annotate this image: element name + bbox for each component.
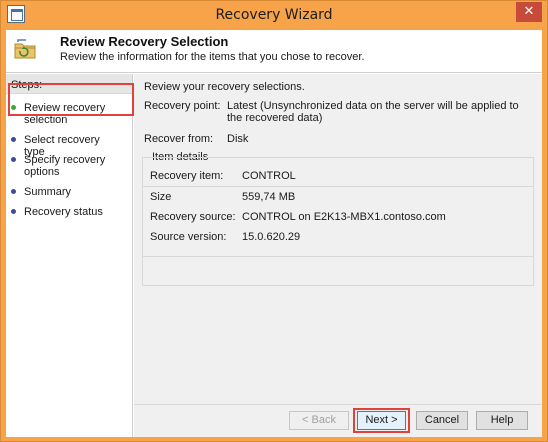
wizard-frame: Review Recovery Selection Review the inf… bbox=[6, 30, 542, 437]
current-step-highlight bbox=[8, 83, 134, 116]
source-version-label: Source version: bbox=[150, 231, 227, 243]
step-summary[interactable]: Summary bbox=[11, 186, 123, 198]
button-bar: < Back Next > Cancel Help bbox=[134, 404, 542, 437]
step-specify-recovery-options[interactable]: Specify recovery options bbox=[11, 154, 123, 178]
cancel-button[interactable]: Cancel bbox=[416, 411, 468, 430]
blue-dot-icon bbox=[11, 189, 16, 194]
help-button[interactable]: Help bbox=[476, 411, 528, 430]
blue-dot-icon bbox=[11, 137, 16, 142]
recovery-point-label: Recovery point: bbox=[144, 100, 221, 112]
size-label: Size bbox=[150, 191, 172, 203]
blue-dot-icon bbox=[11, 209, 16, 214]
item-details-box: Recovery item: CONTROL Size 559,74 MB Re… bbox=[142, 157, 534, 257]
window-title: Recovery Wizard bbox=[215, 7, 333, 23]
source-version-value: 15.0.620.29 bbox=[242, 231, 301, 243]
next-button-highlight bbox=[353, 408, 410, 433]
step-label: Recovery status bbox=[24, 206, 103, 218]
recovery-source-label: Recovery source: bbox=[150, 211, 236, 223]
step-label: Specify recovery options bbox=[24, 154, 106, 178]
blue-dot-icon bbox=[11, 157, 16, 162]
wizard-header: Review Recovery Selection Review the inf… bbox=[6, 30, 542, 73]
size-value: 559,74 MB bbox=[242, 191, 296, 203]
steps-panel: Steps: Review recovery selection Select … bbox=[6, 74, 133, 437]
recover-from-value: Disk bbox=[227, 133, 249, 145]
back-button[interactable]: < Back bbox=[289, 411, 349, 430]
step-label: Summary bbox=[24, 186, 72, 198]
intro-text: Review your recovery selections. bbox=[144, 81, 305, 93]
page-subtitle: Review the information for the items tha… bbox=[60, 51, 365, 63]
close-button[interactable]: ✕ bbox=[516, 2, 542, 22]
step-recovery-status[interactable]: Recovery status bbox=[11, 206, 123, 218]
title-bar[interactable]: Recovery Wizard ✕ bbox=[1, 1, 547, 30]
recovery-point-value: Latest (Unsynchronized data on the serve… bbox=[227, 100, 519, 124]
recovery-item-value: CONTROL bbox=[242, 170, 296, 182]
recovery-wizard-window: Recovery Wizard ✕ Review Recovery Select… bbox=[0, 0, 548, 442]
page-title: Review Recovery Selection bbox=[60, 34, 229, 49]
recover-from-label: Recover from: bbox=[144, 133, 214, 145]
recovery-item-label: Recovery item: bbox=[150, 170, 224, 182]
recovery-source-value: CONTROL on E2K13-MBX1.contoso.com bbox=[242, 211, 446, 223]
folder-restore-icon bbox=[14, 39, 36, 59]
